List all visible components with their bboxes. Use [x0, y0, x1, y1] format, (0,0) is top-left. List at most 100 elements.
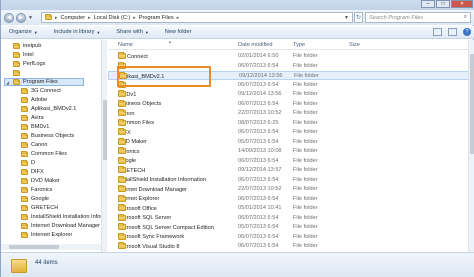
nav-tree-item[interactable]: Common Files [21, 150, 67, 158]
nav-tree-item[interactable]: Aplikasi_BMDv2.1 [21, 105, 76, 113]
breadcrumb-computer[interactable]: Computer [61, 15, 86, 21]
file-name-cell: Google [118, 156, 136, 166]
scrollbar-thumb[interactable] [9, 245, 59, 249]
expanded-arrow-icon[interactable]: ◢ [5, 80, 10, 85]
file-row[interactable]: Canon 22/07/2013 10:52 File folder [108, 109, 469, 118]
date-modified-cell: 06/07/2013 6:54 [238, 100, 279, 107]
file-row[interactable]: Common Files 08/07/2013 6:25 File folder [108, 118, 469, 128]
folder-icon [13, 42, 20, 49]
file-row[interactable]: Faronics 14/09/2013 10:08 File folder [108, 147, 469, 156]
breadcrumb-separator[interactable]: ▸ [177, 15, 180, 21]
nav-tree-item-label: BMDv1 [31, 124, 50, 130]
nav-tree-item[interactable]: InstallShield Installation Inform [21, 213, 106, 221]
nav-tree-item[interactable]: Internet Explorer [21, 231, 72, 239]
nav-tree-item[interactable]: Faronics [21, 186, 52, 194]
recent-pages-dropdown[interactable]: ▼ [28, 15, 33, 21]
status-bar: 44 items [1, 252, 474, 277]
file-row[interactable]: Internet Explorer 06/07/2013 6:54 File fol… [108, 194, 469, 204]
file-list-scrollbar[interactable] [468, 40, 474, 252]
scrollbar-thumb[interactable] [103, 100, 107, 160]
nav-tree-item[interactable]: inetpub [13, 42, 41, 50]
scrollbar-thumb[interactable] [470, 54, 474, 154]
nav-tree-item-label: PerfLogs [23, 61, 46, 67]
forward-button[interactable]: ▶ [16, 12, 26, 23]
nav-tree-item[interactable] [13, 69, 23, 77]
file-row[interactable]: Microsoft Visual Studio 8 06/07/2013 6:54… [108, 242, 469, 251]
folder-icon [13, 69, 20, 76]
folder-icon [118, 109, 126, 116]
file-row[interactable]: GRETECH 09/12/2014 13:57 File folder [108, 166, 469, 175]
date-modified-cell: 22/07/2013 10:52 [238, 186, 282, 192]
column-header-name[interactable]: Name [118, 42, 133, 48]
preview-pane-icon[interactable] [448, 28, 457, 36]
address-bar[interactable]: ▸ Computer ▸ Local Disk (C:) ▸ Program F… [41, 12, 353, 23]
file-row[interactable]: Microsoft Office 05/01/2014 10:41 File fol… [108, 204, 469, 213]
breadcrumb-separator[interactable]: ▸ [55, 15, 58, 21]
nav-tree-item[interactable]: ◢ Program Files [4, 78, 84, 86]
date-modified-cell: 06/07/2013 6:54 [238, 157, 279, 164]
file-row[interactable]: Microsoft SQL Server Compact Edition 05/0… [108, 223, 469, 232]
include-in-library-label: Include in library [53, 29, 95, 35]
file-row[interactable]: 06/07/2013 6:54 File folder [108, 61, 469, 71]
search-icon[interactable]: ⌕ [464, 14, 467, 21]
file-row[interactable]: Microsoft SQL Server 06/07/2013 6:54 File … [108, 213, 469, 223]
breadcrumb-separator[interactable]: ▸ [88, 15, 91, 21]
back-arrow-icon: ◀ [6, 15, 12, 21]
breadcrumb-local-disk[interactable]: Local Disk (C:) [94, 15, 131, 21]
nav-tree-item[interactable]: Google [21, 195, 49, 203]
file-row[interactable]: Internet Download Manager 22/07/2013 10:5… [108, 185, 469, 194]
file-row[interactable]: 3G Connect 02/01/2014 6:50 File folder [108, 52, 469, 61]
file-row[interactable]: InstallShield Installation Information 06… [108, 175, 469, 185]
nav-tree-item[interactable]: Canon [21, 141, 47, 149]
file-row[interactable]: Google 06/07/2013 6:54 File folder [108, 156, 469, 166]
help-icon[interactable]: ? [463, 28, 471, 36]
nav-tree-item[interactable]: Adobe [21, 96, 47, 104]
forward-arrow-icon: ▶ [18, 15, 24, 21]
include-in-library-button[interactable]: Include in library ▼ [46, 29, 109, 35]
file-row[interactable]: 06/07/2013 6:54 File folder [108, 80, 469, 90]
breadcrumb-program-files[interactable]: Program Files [139, 15, 174, 21]
refresh-button[interactable]: ↻ [354, 12, 363, 23]
date-modified-cell: 06/07/2013 6:54 [238, 176, 279, 183]
type-cell: File folder [293, 157, 318, 164]
back-button[interactable]: ◀ [4, 12, 14, 23]
folder-icon [118, 242, 126, 249]
nav-tree-item[interactable]: PerfLogs [13, 60, 45, 68]
change-view-icon[interactable] [433, 28, 442, 36]
close-button[interactable]: ✕ [451, 0, 473, 8]
navigation-pane-horizontal-scrollbar[interactable] [1, 244, 101, 250]
type-cell: File folder [293, 53, 318, 59]
navigation-pane-scrollbar[interactable] [101, 40, 107, 252]
nav-tree-item[interactable]: Internet Download Manager [21, 222, 100, 230]
nav-tree-item[interactable]: GRETECH [21, 204, 58, 212]
minimize-button[interactable]: – [421, 0, 435, 8]
column-header-size[interactable]: Size [349, 42, 360, 48]
maximize-button[interactable]: □ [436, 0, 450, 8]
nav-tree-item[interactable]: Intel [13, 51, 34, 59]
nav-tree-item[interactable]: DIFX [21, 168, 44, 176]
nav-tree-item[interactable]: BMDv1 [21, 123, 49, 131]
file-row[interactable]: DIFX 06/07/2013 6:54 File folder [108, 128, 469, 137]
folder-icon [21, 114, 28, 121]
file-row[interactable]: Microsoft Sync Framework 06/07/2013 6:54 F… [108, 232, 469, 242]
nav-tree-item[interactable]: Business Objects [21, 132, 74, 140]
type-cell: File folder [293, 129, 318, 135]
column-header-type[interactable]: Type [293, 42, 305, 48]
column-header-date-modified[interactable]: Date modified [238, 42, 273, 48]
file-row[interactable]: BMDv1 09/12/2014 13:56 File folder [108, 90, 469, 99]
file-row[interactable]: DVD Maker 05/07/2013 6:54 File folder [108, 137, 469, 147]
nav-tree-item[interactable]: D [21, 159, 35, 167]
explorer-window: – □ ✕ ◀ ▶ ▼ ▸ Computer ▸ Local Disk (C:)… [0, 0, 474, 277]
file-name: Microsoft SQL Server Compact Edition [118, 224, 214, 231]
organize-button[interactable]: Organize ▼ [1, 29, 46, 35]
file-row[interactable]: Aplikasi_BMDv2.1 09/12/2014 13:56 File fol… [108, 71, 469, 80]
share-with-button[interactable]: Share with ▼ [108, 29, 156, 35]
new-folder-button[interactable]: New folder [157, 29, 200, 35]
nav-tree-item[interactable]: Avira [21, 114, 44, 122]
address-dropdown-icon[interactable]: ▼ [344, 15, 349, 21]
file-row[interactable]: Business Objects 06/07/2013 6:54 File fold… [108, 99, 469, 109]
breadcrumb-separator[interactable]: ▸ [133, 15, 136, 21]
nav-tree-item[interactable]: 3G Connect [21, 87, 61, 95]
nav-tree-item[interactable]: DVD Maker [21, 177, 60, 185]
search-input[interactable]: Search Program Files ⌕ [365, 12, 471, 23]
